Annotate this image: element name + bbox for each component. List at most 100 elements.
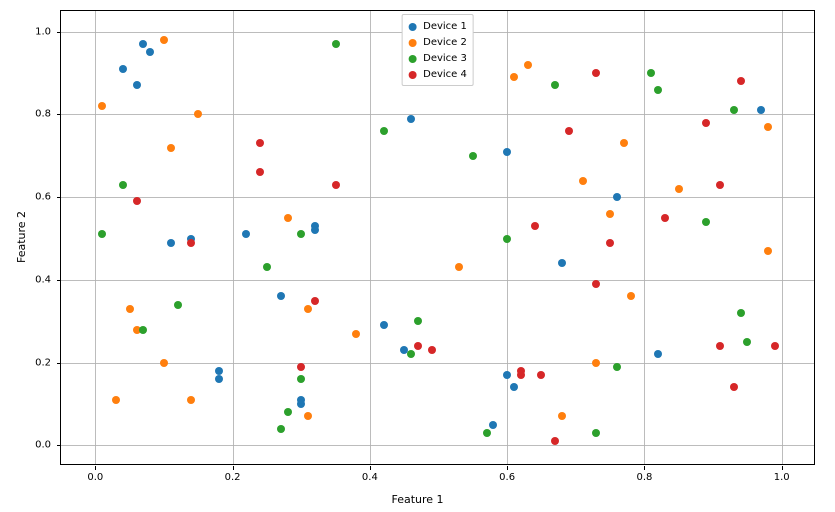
data-point xyxy=(757,106,765,114)
legend: Device 1 Device 2 Device 3 Device 4 xyxy=(401,14,474,86)
data-point xyxy=(277,425,285,433)
data-point xyxy=(551,437,559,445)
x-tick-label: 0.8 xyxy=(636,472,652,483)
data-point xyxy=(194,110,202,118)
data-point xyxy=(380,127,388,135)
y-tick xyxy=(57,363,61,364)
data-point xyxy=(414,317,422,325)
data-point xyxy=(531,222,539,230)
x-tick xyxy=(644,466,645,470)
grid-line-horizontal xyxy=(61,280,814,281)
y-tick-label: 1.0 xyxy=(35,26,51,37)
y-tick-label: 0.6 xyxy=(35,192,51,203)
data-point xyxy=(98,102,106,110)
data-point xyxy=(256,139,264,147)
legend-item-device-1: Device 1 xyxy=(408,19,467,34)
data-point xyxy=(126,305,134,313)
data-point xyxy=(187,239,195,247)
data-point xyxy=(661,214,669,222)
data-point xyxy=(737,309,745,317)
legend-label: Device 2 xyxy=(423,37,467,48)
data-point xyxy=(352,330,360,338)
data-point xyxy=(215,375,223,383)
data-point xyxy=(592,69,600,77)
figure: 0.00.20.40.60.81.00.00.20.40.60.81.0 Dev… xyxy=(0,0,835,512)
data-point xyxy=(702,218,710,226)
grid-line-vertical xyxy=(644,11,645,464)
data-point xyxy=(503,371,511,379)
data-point xyxy=(524,61,532,69)
grid-line-horizontal xyxy=(61,363,814,364)
data-point xyxy=(297,396,305,404)
data-point xyxy=(558,412,566,420)
y-tick-label: 0.2 xyxy=(35,357,51,368)
data-point xyxy=(510,383,518,391)
x-tick-label: 0.6 xyxy=(499,472,515,483)
data-point xyxy=(730,383,738,391)
y-tick xyxy=(57,445,61,446)
data-point xyxy=(215,367,223,375)
x-tick xyxy=(233,466,234,470)
axes: 0.00.20.40.60.81.00.00.20.40.60.81.0 Dev… xyxy=(60,10,815,465)
data-point xyxy=(579,177,587,185)
data-point xyxy=(592,359,600,367)
data-point xyxy=(428,346,436,354)
data-point xyxy=(263,263,271,271)
data-point xyxy=(620,139,628,147)
data-point xyxy=(737,77,745,85)
data-point xyxy=(380,321,388,329)
x-tick-label: 0.2 xyxy=(225,472,241,483)
data-point xyxy=(551,81,559,89)
data-point xyxy=(332,40,340,48)
y-tick-label: 0.0 xyxy=(35,440,51,451)
data-point xyxy=(133,197,141,205)
legend-label: Device 3 xyxy=(423,53,467,64)
data-point xyxy=(297,375,305,383)
data-point xyxy=(592,280,600,288)
data-point xyxy=(160,359,168,367)
data-point xyxy=(407,115,415,123)
data-point xyxy=(764,123,772,131)
data-point xyxy=(606,239,614,247)
data-point xyxy=(187,396,195,404)
data-point xyxy=(304,412,312,420)
data-point xyxy=(174,301,182,309)
x-tick-label: 1.0 xyxy=(774,472,790,483)
grid-line-horizontal xyxy=(61,197,814,198)
data-point xyxy=(284,408,292,416)
data-point xyxy=(242,230,250,238)
data-point xyxy=(743,338,751,346)
data-point xyxy=(702,119,710,127)
legend-item-device-3: Device 3 xyxy=(408,51,467,66)
y-tick xyxy=(57,114,61,115)
circle-icon xyxy=(408,23,416,31)
data-point xyxy=(613,363,621,371)
data-point xyxy=(167,239,175,247)
x-tick xyxy=(507,466,508,470)
data-point xyxy=(483,429,491,437)
data-point xyxy=(647,69,655,77)
grid-line-horizontal xyxy=(61,445,814,446)
data-point xyxy=(304,305,312,313)
data-point xyxy=(133,81,141,89)
data-point xyxy=(510,73,518,81)
grid-line-vertical xyxy=(95,11,96,464)
legend-label: Device 4 xyxy=(423,69,467,80)
data-point xyxy=(654,350,662,358)
data-point xyxy=(730,106,738,114)
data-point xyxy=(297,230,305,238)
data-point xyxy=(716,181,724,189)
legend-item-device-2: Device 2 xyxy=(408,35,467,50)
circle-icon xyxy=(408,55,416,63)
data-point xyxy=(284,214,292,222)
data-point xyxy=(311,226,319,234)
data-point xyxy=(407,350,415,358)
data-point xyxy=(160,36,168,44)
data-point xyxy=(119,181,127,189)
x-tick xyxy=(95,466,96,470)
data-point xyxy=(503,148,511,156)
circle-icon xyxy=(408,39,416,47)
data-point xyxy=(139,40,147,48)
data-point xyxy=(146,48,154,56)
data-point xyxy=(716,342,724,350)
